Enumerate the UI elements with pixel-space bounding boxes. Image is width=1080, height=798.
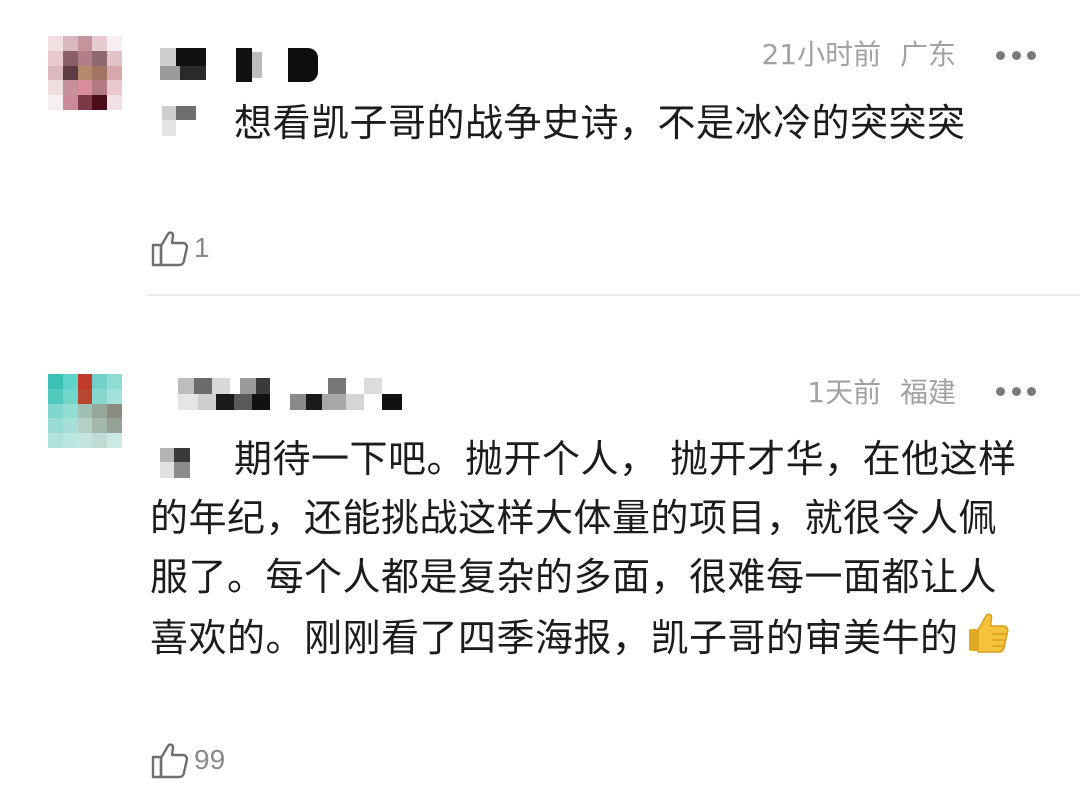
thumbs-up-emoji <box>968 613 1009 653</box>
thumbs-up-outline-icon <box>151 743 189 779</box>
comment-time: 1天前 <box>807 376 882 409</box>
comment-text: 期待一下吧。抛开个人， 抛开才华，在他这样的年纪，还能挑战这样大体量的项目，就很… <box>150 430 1020 668</box>
like-button[interactable]: 1 <box>150 228 210 268</box>
more-dots-icon[interactable] <box>996 38 1036 72</box>
like-count: 99 <box>194 744 226 775</box>
avatar[interactable] <box>48 374 122 448</box>
comment-text-content: 期待一下吧。抛开个人， 抛开才华，在他这样的年纪，还能挑战这样大体量的项目，就很… <box>150 437 1017 660</box>
comment-time: 21小时前 <box>761 38 882 71</box>
thumbs-up-outline-icon <box>151 231 189 267</box>
like-button[interactable]: 99 <box>150 740 225 780</box>
comment-meta: 21小时前 广东 <box>761 38 956 72</box>
comment-item: 1天前 福建 期待一下吧。抛开个人， 抛开才华，在他这样的年纪，还能挑战这样大体… <box>0 296 1080 798</box>
comment-text: 想看凯子哥的战争史诗，不是冰冷的突突突 <box>234 101 966 145</box>
comment-item: 21小时前 广东 想看凯子哥的战争史诗，不是冰冷的突突突 1 <box>0 0 1080 296</box>
comment-meta: 1天前 福建 <box>807 376 956 410</box>
like-count: 1 <box>194 232 210 263</box>
username[interactable] <box>178 378 408 412</box>
username[interactable] <box>160 48 330 82</box>
comment-location: 福建 <box>899 376 956 409</box>
comment-location: 广东 <box>899 38 956 71</box>
more-dots-icon[interactable] <box>996 374 1036 408</box>
avatar[interactable] <box>48 36 122 110</box>
